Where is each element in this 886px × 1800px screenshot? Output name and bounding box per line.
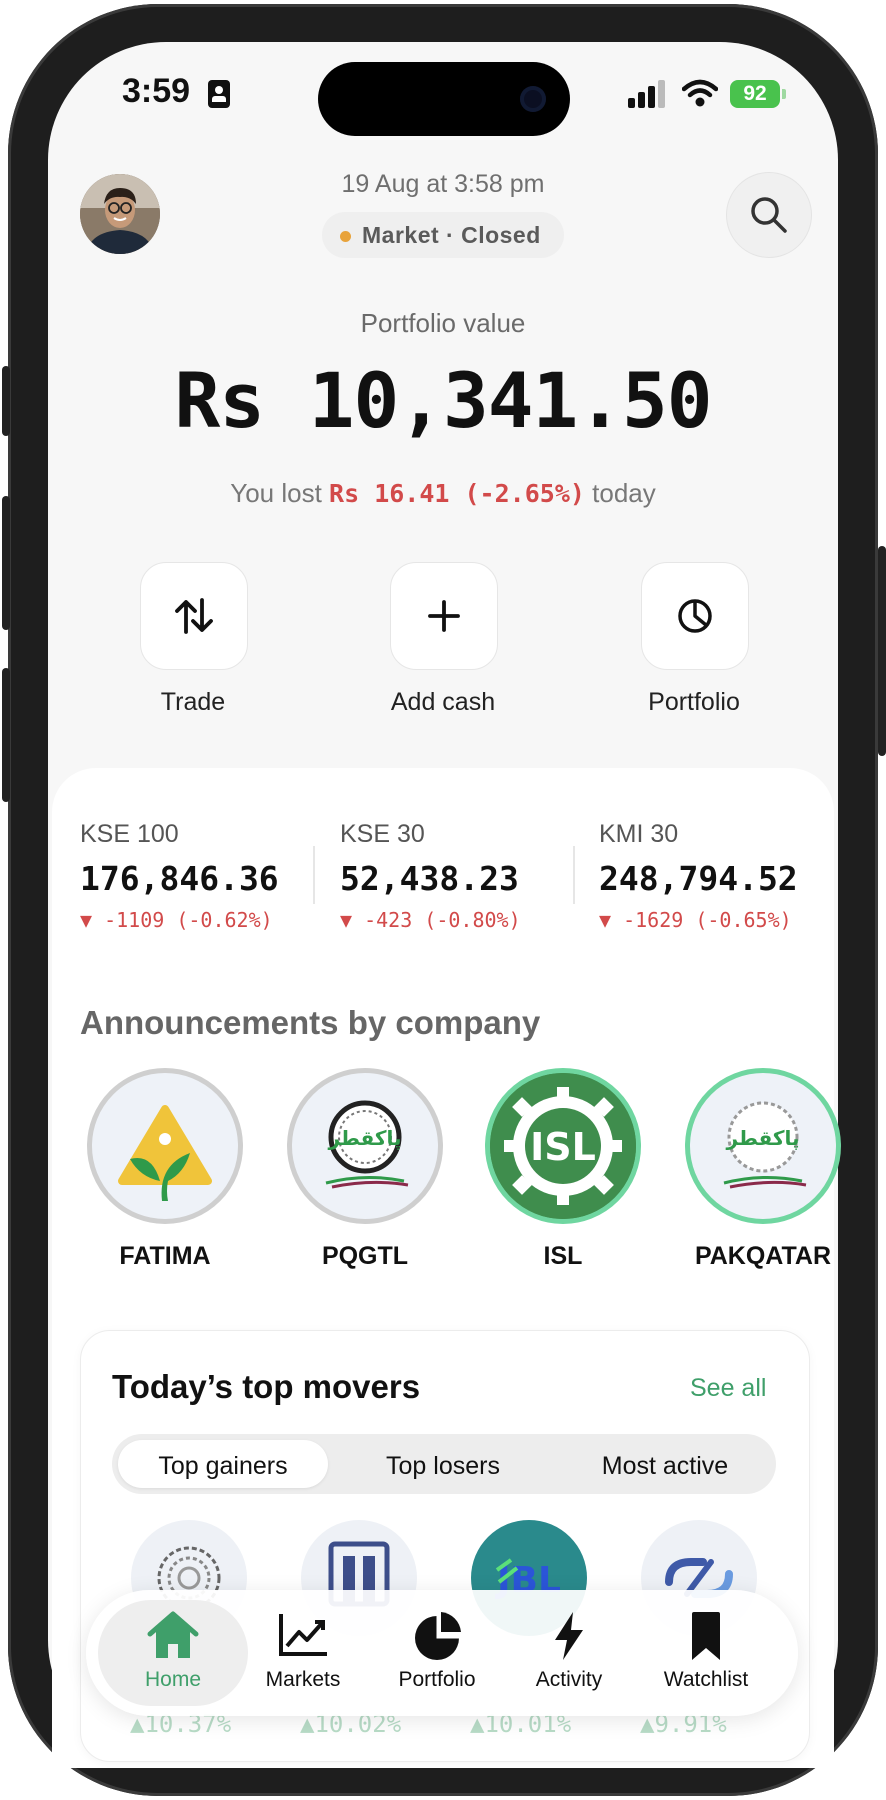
index-change: ▼ -423 (-0.80%) [340, 908, 521, 932]
add-cash-button[interactable] [390, 562, 498, 670]
announcements-title: Announcements by company [80, 1004, 541, 1041]
index-change: ▼ -1629 (-0.65%) [599, 908, 792, 932]
index-value: 248,794.52 [599, 859, 798, 898]
trade-button[interactable] [140, 562, 248, 670]
index-name: KSE 100 [80, 820, 179, 848]
change-suffix: today [584, 478, 656, 508]
index-kse30[interactable]: KSE 30 52,438.23 ▼ -423 (-0.80%) [340, 820, 550, 940]
volume-down-button [2, 668, 10, 802]
profile-avatar[interactable] [80, 174, 160, 254]
contact-card-icon [208, 80, 230, 108]
company-label: PAKQATAR [694, 1242, 832, 1270]
index-kse100[interactable]: KSE 100 176,846.36 ▼ -1109 (-0.62%) [80, 820, 290, 940]
wifi-icon [682, 79, 718, 107]
trade-label: Trade [160, 688, 226, 716]
divider [313, 846, 315, 904]
portfolio-value-label: Portfolio value [360, 308, 526, 338]
index-change: ▼ -1109 (-0.62%) [80, 908, 273, 932]
company-label: FATIMA [119, 1242, 211, 1270]
index-name: KMI 30 [599, 820, 679, 848]
markets-chart-icon [279, 1614, 327, 1656]
fatima-logo [118, 1105, 212, 1201]
signal-icon [628, 80, 665, 108]
index-value: 52,438.23 [340, 859, 519, 898]
pakqatar-logo: پاکقطر [723, 1101, 807, 1189]
company-fatima[interactable] [87, 1068, 243, 1224]
see-all-link[interactable]: See all [690, 1374, 766, 1403]
action-button [2, 366, 10, 436]
company-pqgtl[interactable]: پاکقطر [287, 1068, 443, 1224]
tab-most-active[interactable]: Most active [560, 1452, 770, 1481]
tab-top-losers[interactable]: Top losers [338, 1452, 548, 1481]
market-status-dot [340, 231, 351, 242]
nav-label: Portfolio [398, 1668, 476, 1691]
trade-arrows-icon [175, 598, 213, 634]
portfolio-value: Rs 10,341.50 [174, 356, 712, 445]
last-updated-date: 19 Aug at 3:58 pm [341, 170, 545, 198]
battery-indicator: 92 [730, 80, 780, 108]
search-button[interactable] [726, 172, 812, 258]
plus-icon [428, 600, 460, 632]
front-camera [520, 86, 546, 112]
nav-label: Home [144, 1668, 202, 1691]
index-kmi30[interactable]: KMI 30 248,794.52 ▼ -1629 (-0.65%) [599, 820, 814, 940]
add-cash-label: Add cash [390, 688, 496, 716]
svg-text:پاکقطر: پاکقطر [726, 1126, 800, 1151]
nav-home[interactable]: Home [103, 1608, 243, 1704]
volume-up-button [2, 496, 10, 630]
index-value: 176,846.36 [80, 859, 279, 898]
company-label: ISL [543, 1242, 583, 1270]
company-label: PQGTL [321, 1242, 409, 1270]
nav-portfolio[interactable]: Portfolio [367, 1608, 507, 1704]
battery-tip [782, 89, 786, 99]
index-name: KSE 30 [340, 820, 425, 848]
tab-top-gainers[interactable]: Top gainers [118, 1452, 328, 1481]
nav-activity[interactable]: Activity [499, 1608, 639, 1704]
lightning-icon [555, 1612, 583, 1660]
change-amount: Rs 16.41 (-2.65%) [329, 479, 585, 508]
portfolio-button[interactable] [641, 562, 749, 670]
nav-label: Activity [535, 1668, 603, 1691]
isl-logo: ISL [490, 1073, 636, 1219]
status-time: 3:59 [122, 72, 191, 110]
svg-text:ISL: ISL [530, 1125, 596, 1169]
svg-text:پاکقطر: پاکقطر [328, 1126, 402, 1151]
portfolio-daily-change: You lost Rs 16.41 (-2.65%) today [143, 478, 743, 509]
nav-label: Markets [265, 1668, 341, 1691]
company-pakqatar[interactable]: پاکقطر [685, 1068, 841, 1224]
home-icon [147, 1611, 199, 1658]
search-icon [751, 197, 787, 233]
nav-watchlist[interactable]: Watchlist [636, 1608, 776, 1704]
divider [573, 846, 575, 904]
top-movers-title: Today’s top movers [112, 1368, 421, 1405]
power-button [878, 546, 886, 756]
bookmark-icon [692, 1612, 720, 1660]
market-status-text: Market · Closed [362, 222, 541, 248]
change-prefix: You lost [230, 478, 330, 508]
portfolio-pie-icon [415, 1612, 461, 1660]
portfolio-label: Portfolio [648, 688, 740, 716]
pqgtl-logo: پاکقطر [325, 1100, 409, 1189]
nav-markets[interactable]: Markets [233, 1608, 373, 1704]
pie-chart-icon [678, 599, 712, 633]
nav-label: Watchlist [663, 1668, 749, 1691]
company-isl[interactable]: ISL [485, 1068, 641, 1224]
